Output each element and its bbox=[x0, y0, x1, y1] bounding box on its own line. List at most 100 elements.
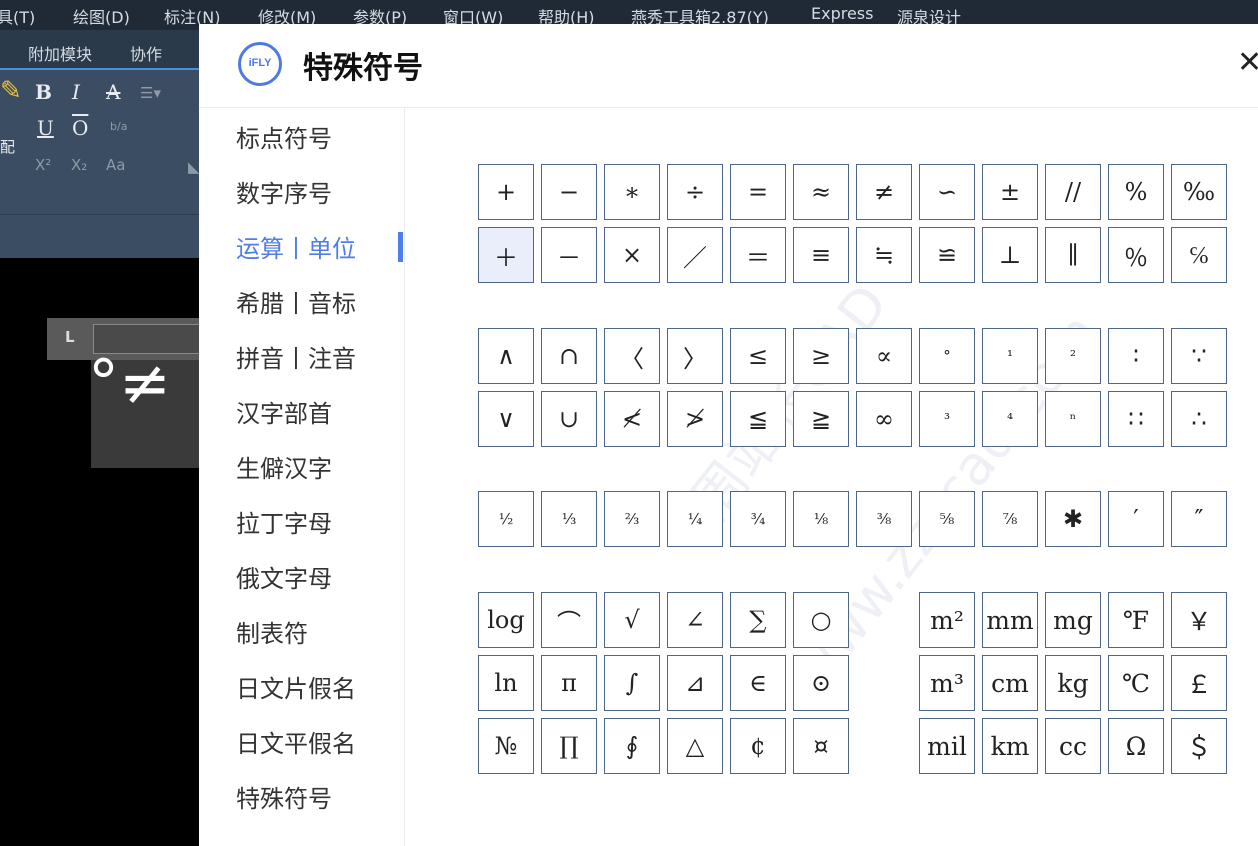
symbol-cell[interactable]: ∶ bbox=[1108, 328, 1164, 384]
stack-button[interactable]: b/a bbox=[110, 120, 127, 133]
symbol-cell[interactable]: ¼ bbox=[667, 491, 723, 547]
symbol-cell[interactable]: π bbox=[541, 655, 597, 711]
symbol-cell[interactable]: ¾ bbox=[730, 491, 786, 547]
unit-cell[interactable]: Ω bbox=[1108, 718, 1164, 774]
sidebar-item-11[interactable]: 日文平假名 bbox=[236, 724, 356, 759]
symbol-cell[interactable]: ∈ bbox=[730, 655, 786, 711]
symbol-cell[interactable]: ∩ bbox=[541, 328, 597, 384]
menu-draw[interactable]: 绘图(D) bbox=[73, 4, 130, 28]
sidebar-item-10[interactable]: 日文片假名 bbox=[236, 669, 356, 704]
symbol-cell[interactable]: ⅝ bbox=[919, 491, 975, 547]
symbol-cell[interactable]: ≧ bbox=[793, 391, 849, 447]
sidebar-item-9[interactable]: 制表符 bbox=[236, 614, 308, 649]
symbol-cell[interactable]: log bbox=[478, 592, 534, 648]
italic-button[interactable]: I bbox=[72, 80, 80, 104]
symbol-cell[interactable]: ± bbox=[982, 164, 1038, 220]
symbol-cell[interactable]: － bbox=[541, 227, 597, 283]
symbol-cell[interactable]: ∫ bbox=[604, 655, 660, 711]
symbol-cell[interactable]: ° bbox=[919, 328, 975, 384]
symbol-cell[interactable]: √ bbox=[604, 592, 660, 648]
symbol-cell[interactable]: ≌ bbox=[919, 227, 975, 283]
unit-cell[interactable]: cm bbox=[982, 655, 1038, 711]
symbol-cell[interactable]: ≠ bbox=[856, 164, 912, 220]
sidebar-item-8[interactable]: 俄文字母 bbox=[236, 559, 332, 594]
symbol-cell[interactable]: ∷ bbox=[1108, 391, 1164, 447]
unit-cell[interactable]: mm bbox=[982, 592, 1038, 648]
symbol-cell[interactable]: ⅓ bbox=[541, 491, 597, 547]
symbol-cell[interactable]: − bbox=[541, 164, 597, 220]
symbol-cell[interactable]: ∪ bbox=[541, 391, 597, 447]
unit-cell[interactable]: m³ bbox=[919, 655, 975, 711]
symbol-cell[interactable]: ∧ bbox=[478, 328, 534, 384]
symbol-cell[interactable]: ％ bbox=[1108, 227, 1164, 283]
symbol-cell[interactable]: ≯ bbox=[667, 391, 723, 447]
subscript-button[interactable]: X₂ bbox=[71, 156, 87, 174]
symbol-cell[interactable]: ∽ bbox=[919, 164, 975, 220]
symbol-cell[interactable]: + bbox=[478, 164, 534, 220]
sidebar-item-0[interactable]: 标点符号 bbox=[236, 119, 332, 154]
tab-addins[interactable]: 附加模块 bbox=[28, 41, 92, 65]
symbol-cell[interactable]: ○ bbox=[793, 592, 849, 648]
unit-cell[interactable]: kg bbox=[1045, 655, 1101, 711]
symbol-cell[interactable]: ⅔ bbox=[604, 491, 660, 547]
symbol-cell[interactable]: // bbox=[1045, 164, 1101, 220]
menu-express[interactable]: Express bbox=[811, 4, 873, 23]
unit-cell[interactable]: mil bbox=[919, 718, 975, 774]
symbol-cell[interactable]: ¹ bbox=[982, 328, 1038, 384]
symbol-cell[interactable]: ≒ bbox=[856, 227, 912, 283]
symbol-cell[interactable]: ′ bbox=[1108, 491, 1164, 547]
symbol-cell[interactable]: ½ bbox=[478, 491, 534, 547]
symbol-cell[interactable]: ／ bbox=[667, 227, 723, 283]
symbol-cell[interactable]: ¢ bbox=[730, 718, 786, 774]
sidebar-item-7[interactable]: 拉丁字母 bbox=[236, 504, 332, 539]
symbol-cell[interactable]: ∗ bbox=[604, 164, 660, 220]
bold-button[interactable]: B bbox=[35, 80, 52, 104]
symbol-cell[interactable]: № bbox=[478, 718, 534, 774]
sidebar-item-5[interactable]: 汉字部首 bbox=[236, 394, 332, 429]
close-icon[interactable]: ✕ bbox=[1237, 48, 1258, 78]
symbol-cell[interactable]: ⊿ bbox=[667, 655, 723, 711]
symbol-cell[interactable]: ⅛ bbox=[793, 491, 849, 547]
unit-cell[interactable]: km bbox=[982, 718, 1038, 774]
line-spacing-icon[interactable]: ☰▾ bbox=[140, 84, 161, 102]
symbol-cell[interactable]: ＋ bbox=[478, 227, 534, 283]
symbol-cell[interactable]: ∝ bbox=[856, 328, 912, 384]
symbol-cell[interactable]: ⁿ bbox=[1045, 391, 1101, 447]
symbol-cell[interactable]: ≥ bbox=[793, 328, 849, 384]
overline-button[interactable]: O bbox=[72, 116, 88, 140]
symbol-cell[interactable]: × bbox=[604, 227, 660, 283]
symbol-cell[interactable]: ³ bbox=[919, 391, 975, 447]
symbol-cell[interactable]: 〉 bbox=[667, 328, 723, 384]
symbol-cell[interactable]: ＝ bbox=[730, 227, 786, 283]
symbol-cell[interactable]: ∥ bbox=[1045, 227, 1101, 283]
menu-tools[interactable]: 具(T) bbox=[0, 4, 35, 28]
symbol-cell[interactable]: ≦ bbox=[730, 391, 786, 447]
symbol-cell[interactable]: ∠ bbox=[667, 592, 723, 648]
symbol-cell[interactable]: ∴ bbox=[1171, 391, 1227, 447]
match-properties-icon[interactable]: ✎ bbox=[0, 76, 22, 106]
symbol-cell[interactable]: ² bbox=[1045, 328, 1101, 384]
symbol-cell[interactable]: ⅜ bbox=[856, 491, 912, 547]
symbol-cell[interactable]: ⅞ bbox=[982, 491, 1038, 547]
unit-cell[interactable]: m² bbox=[919, 592, 975, 648]
symbol-cell[interactable]: ≤ bbox=[730, 328, 786, 384]
symbol-cell[interactable]: ⊙ bbox=[793, 655, 849, 711]
symbol-cell[interactable]: ℅ bbox=[1171, 227, 1227, 283]
symbol-cell[interactable]: ∏ bbox=[541, 718, 597, 774]
symbol-cell[interactable]: 〈 bbox=[604, 328, 660, 384]
sidebar-item-12[interactable]: 特殊符号 bbox=[236, 779, 332, 814]
unit-cell[interactable]: ℉ bbox=[1108, 592, 1164, 648]
symbol-cell[interactable]: ∞ bbox=[856, 391, 912, 447]
symbol-cell[interactable]: ln bbox=[478, 655, 534, 711]
symbol-cell[interactable]: ≮ bbox=[604, 391, 660, 447]
symbol-cell[interactable]: ∮ bbox=[604, 718, 660, 774]
symbol-cell[interactable]: ≈ bbox=[793, 164, 849, 220]
symbol-cell[interactable]: ∨ bbox=[478, 391, 534, 447]
symbol-cell[interactable]: ÷ bbox=[667, 164, 723, 220]
symbol-cell[interactable]: ✱ bbox=[1045, 491, 1101, 547]
unit-cell[interactable]: mg bbox=[1045, 592, 1101, 648]
underline-button[interactable]: U bbox=[37, 116, 54, 140]
symbol-cell[interactable]: ″ bbox=[1171, 491, 1227, 547]
symbol-cell[interactable]: ⌒ bbox=[541, 592, 597, 648]
symbol-cell[interactable]: = bbox=[730, 164, 786, 220]
